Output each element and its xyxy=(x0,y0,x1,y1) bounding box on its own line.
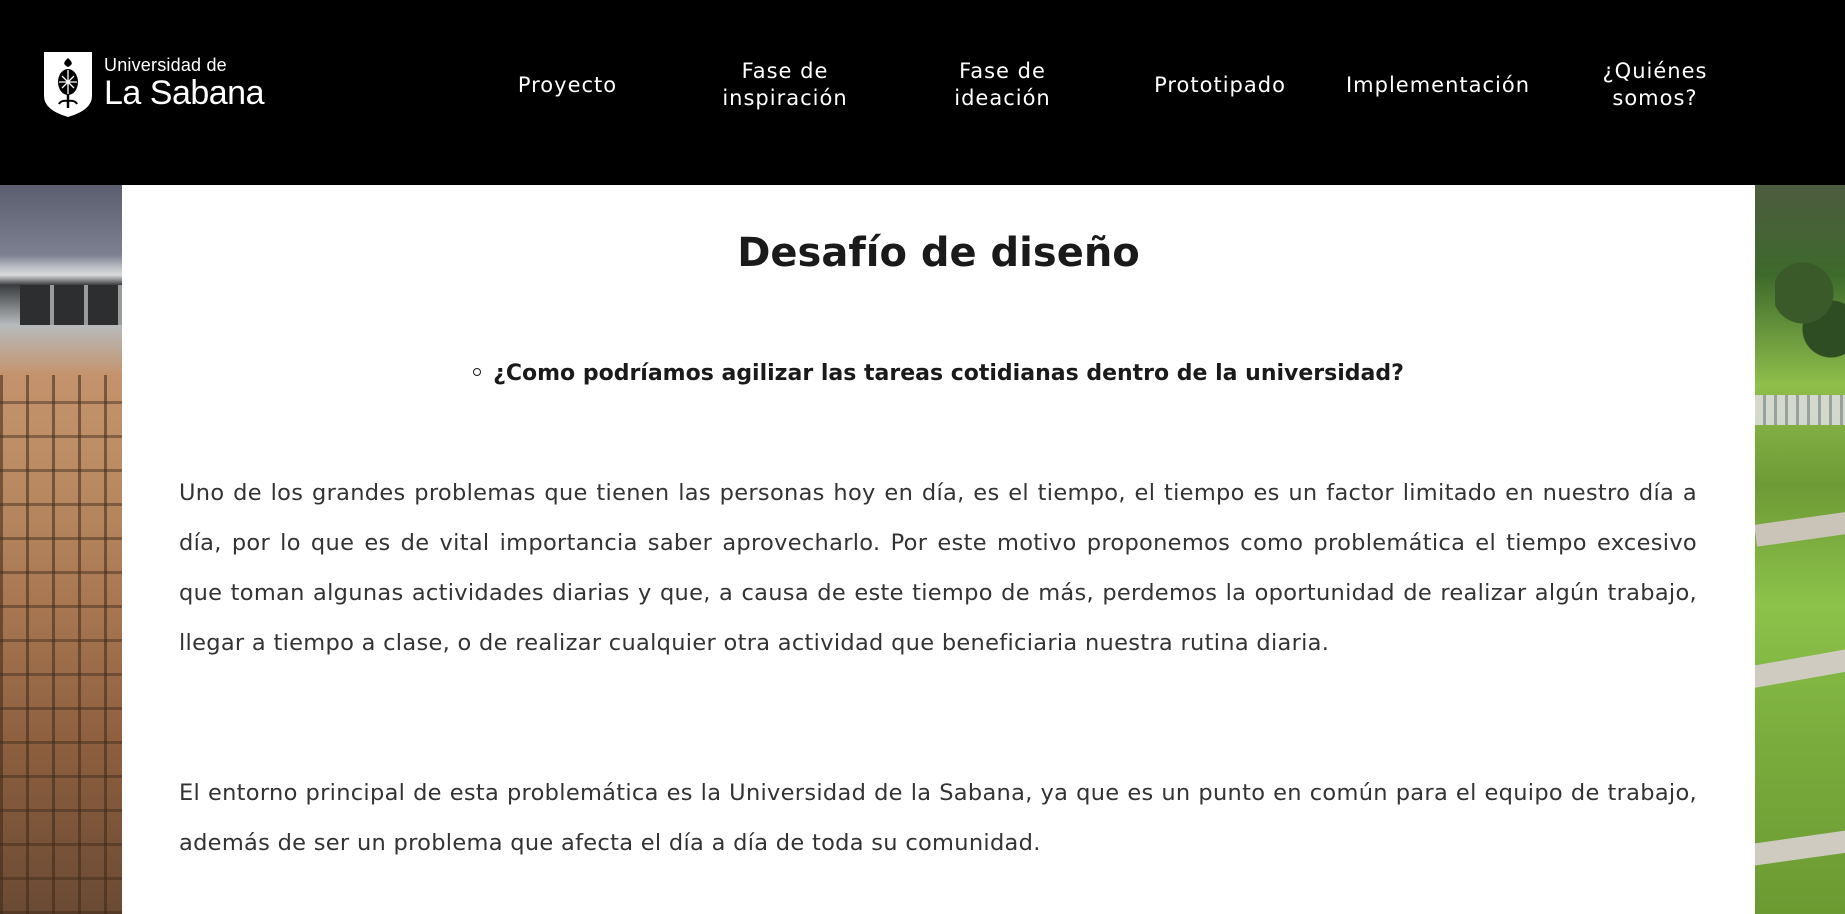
page-title: Desafío de diseño xyxy=(737,230,1140,276)
walkway xyxy=(1755,505,1845,547)
site-header: Universidad de La Sabana Proyecto Fase d… xyxy=(0,0,1845,185)
background-photo-right xyxy=(1755,185,1845,914)
parking-lot xyxy=(1755,395,1845,425)
design-question-text: ¿Como podríamos agilizar las tareas coti… xyxy=(493,361,1404,386)
nav-item-fase-ideacion[interactable]: Fase de ideación xyxy=(930,0,1075,170)
circle-bullet-icon xyxy=(473,368,482,376)
walkway xyxy=(1755,825,1845,867)
nav-item-quienes-somos[interactable]: ¿Quiénes somos? xyxy=(1580,0,1730,170)
main-content: Desafío de diseño ¿Como podríamos agiliz… xyxy=(122,185,1755,914)
nav-item-fase-inspiracion[interactable]: Fase de inspiración xyxy=(700,0,870,170)
design-question: ¿Como podríamos agilizar las tareas coti… xyxy=(122,359,1755,389)
nav-item-prototipado[interactable]: Prototipado xyxy=(1136,0,1304,170)
main-navigation: Proyecto Fase de inspiración Fase de ide… xyxy=(0,0,1845,170)
building-facade xyxy=(0,375,122,914)
paragraph-context: El entorno principal de esta problemátic… xyxy=(179,780,1697,856)
nav-item-proyecto[interactable]: Proyecto xyxy=(495,0,640,170)
building-windows xyxy=(20,285,122,325)
background-photo-left xyxy=(0,185,122,914)
paragraph-problem: Uno de los grandes problemas que tienen … xyxy=(179,480,1697,656)
walkway xyxy=(1755,643,1845,689)
nav-item-implementacion[interactable]: Implementación xyxy=(1328,0,1548,170)
trees xyxy=(1775,245,1845,365)
